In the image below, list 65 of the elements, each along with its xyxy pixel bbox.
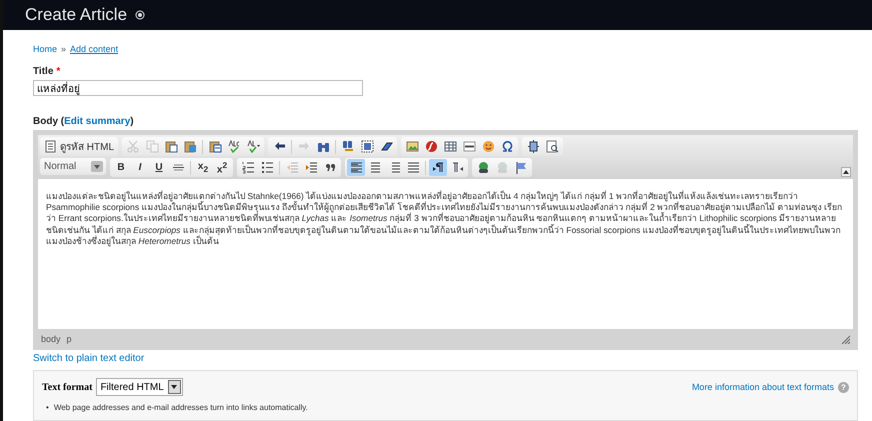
- format-tip: Web page addresses and e-mail addresses turn into links automatically.: [54, 402, 308, 413]
- left-to-right-icon: [432, 161, 444, 174]
- flash-icon: [424, 140, 438, 153]
- subscript-button[interactable]: x$_{2}$: [194, 159, 212, 176]
- page-title: Create Article: [25, 5, 128, 25]
- collapse-toolbar-button[interactable]: [841, 167, 851, 177]
- breadcrumb-link[interactable]: Add content: [70, 44, 118, 54]
- align-left-icon: [350, 161, 362, 174]
- clipboard-icon: [164, 140, 178, 153]
- binoculars-icon: [316, 140, 330, 153]
- switch-editor-link[interactable]: Switch to plain text editor: [33, 353, 144, 364]
- element-path-item[interactable]: p: [66, 334, 72, 344]
- numbered-list-icon: [242, 161, 254, 174]
- right-to-left-icon: [450, 161, 464, 174]
- indent-icon: [304, 161, 318, 174]
- caret-icon: [171, 385, 178, 389]
- shortcut-add-icon[interactable]: [135, 10, 146, 20]
- italic-button[interactable]: I: [131, 159, 149, 176]
- text-formats-info-link[interactable]: More information about text formats: [692, 382, 834, 392]
- format-dropdown[interactable]: Normal: [40, 158, 106, 175]
- select-all-icon: [360, 140, 374, 153]
- smiley-icon: [482, 140, 494, 153]
- breadcrumb-separator: »: [61, 44, 66, 54]
- quote-marks-icon: [324, 161, 336, 174]
- omega-icon: [500, 140, 514, 153]
- bullet-mark: •: [46, 402, 49, 413]
- outdent-icon: [286, 161, 298, 174]
- left-to-right-button[interactable]: [429, 159, 447, 176]
- maximize-icon: [526, 140, 540, 153]
- copy-icon: [146, 140, 158, 153]
- image-icon: [406, 140, 418, 153]
- editor-content[interactable]: [38, 179, 853, 329]
- document-icon: [44, 140, 57, 153]
- caret-icon: [94, 164, 100, 168]
- edit-summary-link[interactable]: Edit summary: [64, 116, 130, 127]
- breadcrumb-link[interactable]: Home: [33, 44, 58, 54]
- preview-icon: [546, 140, 558, 153]
- align-justify-icon: [406, 161, 420, 174]
- scissors-icon: [126, 140, 140, 153]
- title-label: Title: [33, 66, 54, 77]
- align-center-icon: [368, 161, 382, 174]
- spellcheck-icon: [228, 140, 240, 153]
- source-button[interactable]: ดูรหัส HTML: [42, 138, 116, 155]
- element-path-item[interactable]: body: [41, 334, 61, 344]
- align-left-button[interactable]: [347, 159, 365, 176]
- triangle-up-icon: [843, 170, 849, 174]
- flag-icon: [514, 161, 528, 174]
- required-mark: *: [56, 66, 60, 77]
- paragraph: แมงป่องแต่ละชนิดอยู่ในแหล่งที่อยู่อาศัยแตกต่างกันไป Stahnke(1966) ได้แบ่งแมงป่องออกตามสภาพแหล่งที่อยู่อาศัยออกได้เป็น 4 กลุ่มใหญ่ๆ ได้แก่ กลุ่มที่ 1 พวกที่อาศัยอยู่ในที่แห้งแล้งเช่นทะเลทรายเรียกว่า Psammophilie scorpions แมงป่องในกลุ่มนี้บางชนิดมีพิษรุนแรง ถึงขั้นทำให้ผู้ถูกต่อยเสียชีวิตได้ โชคดีที่ประเทศไทยยังไม่มีรายงานการค้นพบแมงป่องดังกล่าว กลุ่มที่ 2 พวกที่ชอบอาศัยอยู่ตามเปลือกไม้ ตามท่อนซุง เรียกว่า Errant scorpions.ในประเทศไทยมีรายงานหลายชนิดที่พบเช่นสกุล Lychas และ Isometrus กลุ่มที่ 3 พวกที่ชอบอาศัยอยู่ตามก้อนหิน ซอกหินแตกๆ ตามหน้าผาและในถ้ำเรียกว่า Lithophilic scorpions มีรายงานหลายชนิดเช่นกัน ได้แก่ สกุล Euscorpiops และกลุ่มสุดท้ายเป็นพวกที่ชอบขุดรูอยู่ในดินตามใต้ขอนไม้และตามใต้ก้อนหินต่างๆเป็นต้นเรียกพวกนี้ว่า Fossorial scorpions แมงป่องที่ชอบขุดรูอยู่ในดินนี้ในประเทศไทยพบในพวกแมงป่องช้างซึ่งอยู่ในสกุล Heterometrus เป็นต้น: [46, 191, 842, 246]
- clipboard-doc-icon: [208, 140, 222, 153]
- bullet-list-icon: [260, 161, 274, 174]
- resize-grip-icon[interactable]: [841, 334, 850, 344]
- title-input[interactable]: แหล่งที่อยู่: [33, 80, 363, 96]
- redo-arrow-icon: [298, 140, 310, 153]
- clipboard-text-icon: [184, 140, 196, 153]
- body-label: Body (: [33, 116, 64, 127]
- table-icon: [444, 140, 456, 153]
- spellcheck-dropdown-icon: [246, 140, 260, 153]
- text-format-label: Text format: [42, 382, 92, 392]
- paren-close: ): [130, 116, 134, 127]
- bold-button[interactable]: B: [112, 159, 130, 176]
- text-format-select[interactable]: Filtered HTML: [96, 378, 183, 396]
- underline-button[interactable]: U: [150, 159, 168, 176]
- eraser-icon: [380, 140, 392, 153]
- superscript-button[interactable]: x$^{2}$: [213, 159, 231, 176]
